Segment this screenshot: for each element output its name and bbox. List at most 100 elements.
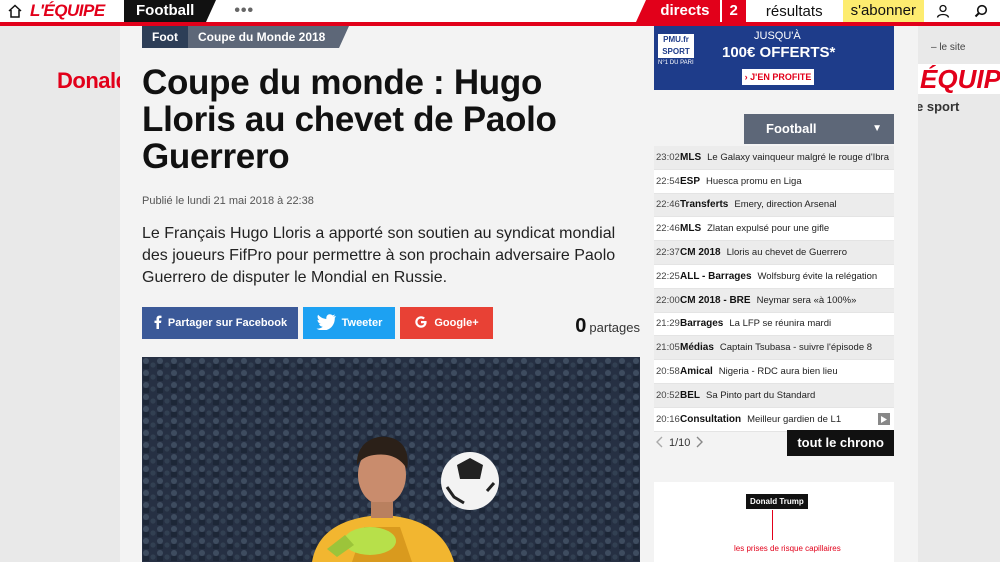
chrono-sport-select-label: Football [766,121,817,136]
trump-tag: Donald Trump [746,494,808,509]
chrono-category: CM 2018 [680,247,721,259]
trump-caption: les prises de risque capillaires [734,544,841,553]
subscribe-button[interactable]: s'abonner [842,0,924,22]
chrono-item[interactable]: 23:02 MLS Le Galaxy vainqueur malgré le ro… [654,146,894,170]
resultats-link[interactable]: résultats [746,3,843,20]
background-ad-sport-label: e sport [916,99,960,114]
chrono-category: Consultation [680,413,742,425]
play-icon[interactable] [878,413,890,426]
chrono-time: 22:46 [656,199,680,211]
twitter-icon [316,313,336,333]
caret-down-icon: ▼ [872,123,882,134]
directs-count-badge[interactable]: 2 [719,0,746,22]
chrono-title: Meilleur gardien de L1 [747,413,842,425]
chrono-title: Emery, direction Arsenal [734,199,837,211]
user-icon[interactable] [924,0,962,22]
home-icon[interactable] [0,0,30,22]
chrono-footer: 1/10 tout le chrono [654,430,894,456]
chrono-list: 23:02 MLS Le Galaxy vainqueur malgré le ro… [654,146,894,432]
chrono-item[interactable]: 20:16 Consultation Meilleur gardien de L1 [654,407,894,432]
background-ad-logo[interactable]: ÉQUIPE [916,64,1000,94]
chevron-left-icon[interactable] [656,436,663,451]
chrono-time: 22:00 [656,294,680,306]
chrono-item[interactable]: 22:25 ALL - Barrages Wolfsburg évite la re… [654,264,894,289]
share-google-label: Google+ [434,317,479,329]
chrono-time: 20:52 [656,389,680,401]
chrono-time: 21:29 [656,318,680,330]
article-photo[interactable] [142,357,640,562]
share-facebook-label: Partager sur Facebook [167,317,288,329]
chrono-time: 21:05 [656,342,680,354]
chrono-title: Le Galaxy vainqueur malgré le rouge d'Ib… [707,151,890,163]
chrono-time: 23:02 [656,151,680,163]
pmu-cta-button[interactable]: › J'EN PROFITE [742,69,814,85]
chrono-category: Amical [680,366,713,378]
chrono-title: Wolfsburg évite la relégation [757,270,878,282]
chrono-time: 22:25 [656,270,680,282]
pmu-ad-banner[interactable]: PMU.fr SPORT N°1 DU PARI JUSQU'À 100€ OF… [654,26,894,90]
chrono-sport-select[interactable]: Football ▼ [744,114,894,144]
share-count-number: 0 [575,314,587,337]
chrono-category: Transferts [680,199,729,211]
breadcrumb-foot[interactable]: Foot [142,26,188,48]
site-logo[interactable]: L'ÉQUIPE [30,1,118,21]
sidebar: PMU.fr SPORT N°1 DU PARI JUSQU'À 100€ OF… [654,26,894,562]
chrono-title: Nigeria - RDC aura bien lieu [718,366,838,378]
article-lead: Le Français Hugo Lloris a apporté son so… [142,225,616,286]
search-icon[interactable] [962,0,1000,22]
breadcrumb-coupe-du-monde[interactable]: Coupe du Monde 2018 [188,26,350,48]
chrono-time: 22:54 [656,175,680,187]
chrono-time: 22:46 [656,223,680,235]
chevron-right-icon[interactable] [696,436,704,451]
pmu-jusqua: JUSQU'À [754,30,801,42]
chrono-category: MLS [680,151,702,163]
chrono-category: MLS [680,223,702,235]
chrono-category: ESP [680,175,701,187]
right-nav: directs 2 résultats s'abonner [636,0,1000,22]
article-headline: Coupe du monde : Hugo Lloris au chevet d… [142,63,557,176]
chrono-item[interactable]: 22:54 ESP Huesca promu en Liga [654,169,894,194]
breadcrumb: Foot Coupe du Monde 2018 [142,26,640,48]
tout-le-chrono-button[interactable]: tout le chrono [787,430,894,456]
nav-football[interactable]: Football [124,0,217,22]
chrono-category: Médias [680,342,714,354]
pmu-logo: PMU.fr SPORT [658,34,694,58]
chrono-item[interactable]: 22:46 MLS Zlatan expulsé pour une gifle [654,217,894,242]
chrono-item[interactable]: 22:00 CM 2018 - BRE Neymar sera «à 100%» [654,288,894,313]
chrono-page-indicator: 1/10 [669,437,691,449]
chrono-title: Captain Tsubasa - suivre l'épisode 8 [719,342,873,354]
article: Foot Coupe du Monde 2018 Coupe du monde … [142,26,640,562]
share-counter: 0 partages [575,309,640,338]
chrono-category: Barrages [680,318,724,330]
background-ad-text[interactable]: Donald [57,68,129,94]
pmu-subtitle: N°1 DU PARI [658,60,694,66]
share-bar: Partager sur Facebook Tweeter Google+ 0 … [142,307,640,339]
google-icon [414,315,428,332]
chrono-title: Sa Pinto part du Standard [706,389,816,401]
share-facebook-button[interactable]: Partager sur Facebook [142,307,298,339]
trump-promo-card[interactable]: Donald Trump les prises de risque capill… [654,482,894,562]
chrono-category: BEL [680,389,700,401]
top-navbar: L'ÉQUIPE Football ••• directs 2 résultat… [0,0,1000,26]
chrono-category: CM 2018 - BRE [680,294,751,306]
chrono-item[interactable]: 21:05 Médias Captain Tsubasa - suivre l'ép… [654,336,894,361]
chrono-item[interactable]: 22:37 CM 2018 Lloris au chevet de Guerrero [654,241,894,265]
chrono-item[interactable]: 20:52 BEL Sa Pinto part du Standard [654,383,894,408]
share-google-button[interactable]: Google+ [400,307,493,339]
trump-divider [772,510,773,540]
chrono-time: 20:58 [656,366,680,378]
chrono-time: 20:16 [656,413,680,425]
pmu-offer: 100€ OFFERTS* [722,44,836,61]
chrono-item[interactable]: 21:29 Barrages La LFP se réunira mardi [654,312,894,337]
main-content: Foot Coupe du Monde 2018 Coupe du monde … [120,26,918,562]
chrono-item[interactable]: 22:46 Transferts Emery, direction Arsenal [654,193,894,218]
chrono-pager: 1/10 [654,436,704,451]
facebook-icon [153,315,162,332]
share-twitter-label: Tweeter [341,317,383,329]
chrono-item[interactable]: 20:58 Amical Nigeria - RDC aura bien lieu [654,360,894,384]
more-menu-icon[interactable]: ••• [234,2,254,20]
chrono-title: Huesca promu en Liga [706,175,802,187]
share-twitter-button[interactable]: Tweeter [303,307,395,339]
chrono-category: ALL - Barrages [680,270,752,282]
directs-link[interactable]: directs [636,0,720,22]
